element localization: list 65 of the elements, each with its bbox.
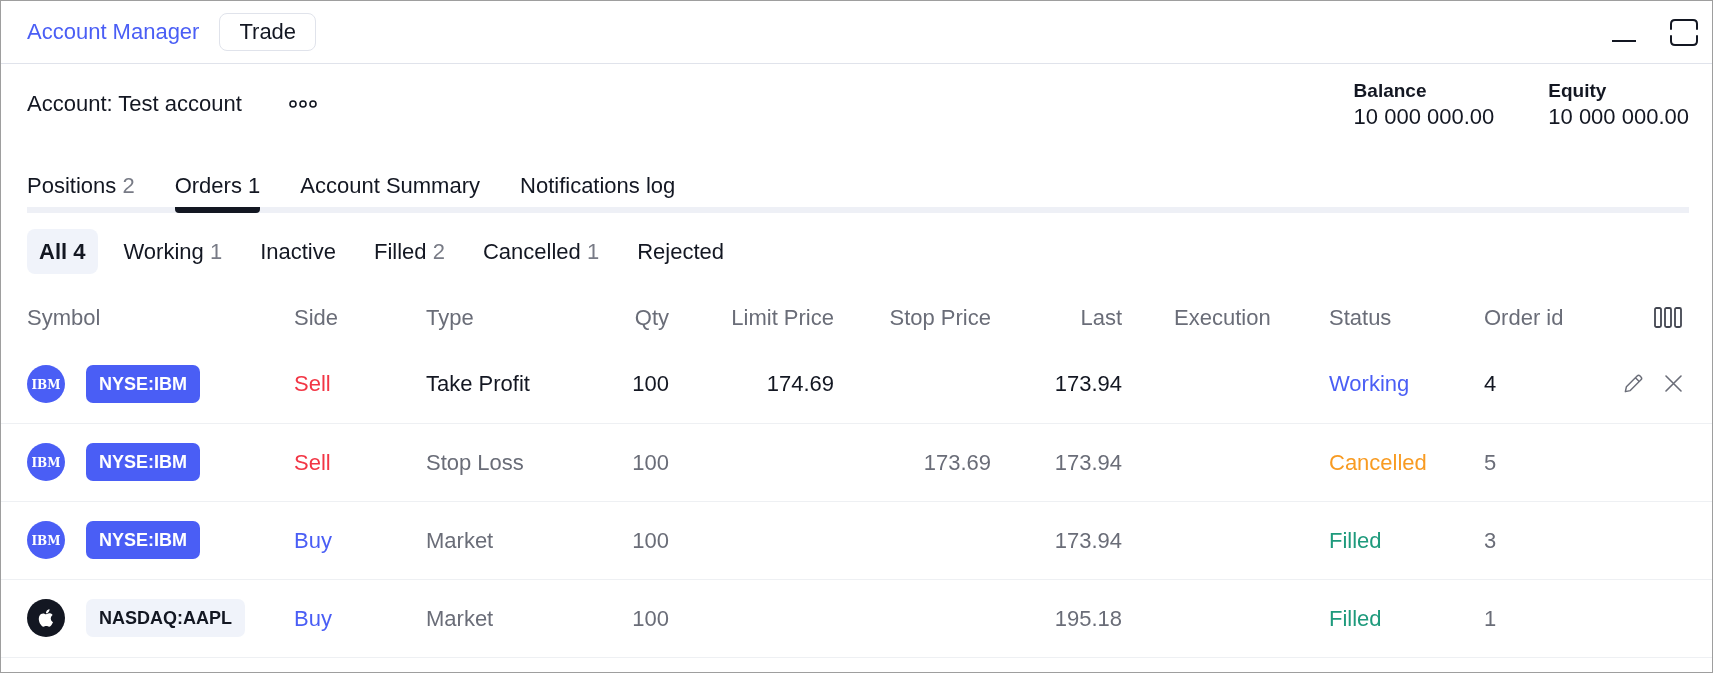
table-cell: 173.94 xyxy=(991,345,1122,423)
panel-title[interactable]: Account Manager xyxy=(27,19,200,45)
table-cell: Working xyxy=(1329,345,1484,423)
column-header[interactable]: Qty xyxy=(634,305,669,330)
symbol-logo: IBM xyxy=(27,364,65,403)
symbol-logo: IBM xyxy=(27,443,65,481)
table-cell: Take Profit xyxy=(426,345,581,423)
column-header[interactable]: Execution xyxy=(1174,305,1271,330)
filter-tab[interactable]: All 4 xyxy=(27,229,98,274)
column-header[interactable]: Side xyxy=(294,305,339,330)
table-cell: 5 xyxy=(1484,423,1601,501)
column-header[interactable]: Symbol xyxy=(27,305,101,330)
column-header[interactable]: Limit Price xyxy=(731,305,834,330)
symbol-badge[interactable]: NYSE:IBM xyxy=(86,364,200,403)
symbol-badge[interactable]: NASDAQ:AAPL xyxy=(86,599,245,637)
filter-tab[interactable]: Working 1 xyxy=(111,229,235,274)
table-cell: Filled xyxy=(1329,579,1484,657)
summary-label: Equity xyxy=(1548,79,1608,103)
column-header[interactable]: Order id xyxy=(1484,305,1564,330)
table-cell: 174.69 xyxy=(669,345,834,423)
summary-label: Balance xyxy=(1353,79,1428,103)
table-cell: 100 xyxy=(581,345,669,423)
filter-tab[interactable]: Rejected xyxy=(625,229,736,274)
symbol-badge[interactable]: NYSE:IBM xyxy=(86,443,200,481)
tab[interactable]: Notifications log xyxy=(520,165,676,213)
table-cell: 173.94 xyxy=(991,501,1122,579)
filter-tab[interactable]: Inactive xyxy=(248,229,348,274)
table-cell: Market xyxy=(426,501,581,579)
column-header[interactable]: Last xyxy=(1080,305,1122,330)
table-cell: Buy xyxy=(294,501,426,579)
summary-value: 10 000 000.00 xyxy=(1548,104,1689,130)
tab[interactable]: Orders 1 xyxy=(174,165,261,213)
columns-icon[interactable] xyxy=(1654,307,1682,328)
table-cell: Market xyxy=(426,579,581,657)
trade-button[interactable]: Trade xyxy=(219,13,317,51)
summary-value: 10 000 000.00 xyxy=(1353,104,1495,130)
table-cell: 173.69 xyxy=(834,423,991,501)
table-cell: 195.18 xyxy=(991,579,1122,657)
column-header[interactable]: Type xyxy=(426,305,474,330)
column-header[interactable]: Status xyxy=(1329,305,1392,330)
table-cell: 173.94 xyxy=(991,423,1122,501)
account-label[interactable]: Account: Test account xyxy=(27,91,242,117)
table-cell: 3 xyxy=(1484,501,1601,579)
table-cell: Cancelled xyxy=(1329,423,1484,501)
table-cell: 100 xyxy=(581,579,669,657)
table-cell: 100 xyxy=(581,423,669,501)
symbol-logo: IBM xyxy=(27,521,65,559)
tab[interactable]: Positions 2 xyxy=(27,165,135,213)
table-cell: 1 xyxy=(1484,579,1601,657)
tab[interactable]: Account Summary xyxy=(300,165,480,213)
table-cell: 100 xyxy=(581,501,669,579)
table-cell: Stop Loss xyxy=(426,423,581,501)
maximize-icon[interactable] xyxy=(1670,18,1698,46)
apple-icon xyxy=(27,599,65,637)
more-icon[interactable] xyxy=(288,100,317,108)
table-cell: Sell xyxy=(294,423,426,501)
table-cell: Filled xyxy=(1329,501,1484,579)
column-header[interactable]: Stop Price xyxy=(889,305,991,330)
table-cell: Sell xyxy=(294,345,426,423)
filter-tab[interactable]: Cancelled 1 xyxy=(470,229,612,274)
symbol-badge[interactable]: NYSE:IBM xyxy=(86,521,200,559)
close-icon[interactable] xyxy=(1665,375,1682,393)
table-cell: 4 xyxy=(1484,345,1601,423)
filter-tab[interactable]: Filled 2 xyxy=(362,229,457,274)
table-cell: Buy xyxy=(294,579,426,657)
